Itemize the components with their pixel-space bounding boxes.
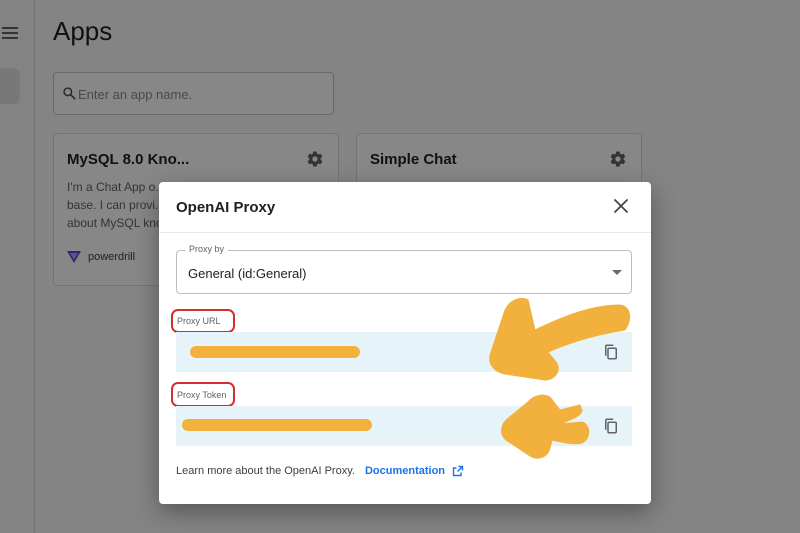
documentation-link[interactable]: Documentation bbox=[365, 465, 445, 477]
proxy-by-select[interactable]: Proxy by General (id:General) bbox=[176, 244, 632, 294]
proxy-by-label: Proxy by bbox=[185, 244, 229, 254]
proxy-url-label: Proxy URL bbox=[177, 316, 221, 326]
dialog-footer: Learn more about the OpenAI Proxy. Docum… bbox=[176, 465, 464, 477]
proxy-by-value: General (id:General) bbox=[188, 266, 307, 281]
external-link-icon[interactable] bbox=[452, 465, 464, 477]
chevron-down-icon bbox=[612, 270, 622, 275]
close-icon[interactable] bbox=[613, 198, 629, 214]
copy-icon[interactable] bbox=[602, 343, 620, 361]
dialog-divider bbox=[159, 232, 651, 233]
footer-text: Learn more about the OpenAI Proxy. bbox=[176, 465, 355, 477]
proxy-url-field bbox=[176, 332, 632, 372]
proxy-url-redaction bbox=[190, 346, 360, 358]
proxy-token-redaction bbox=[182, 419, 372, 431]
dialog-title: OpenAI Proxy bbox=[176, 199, 276, 216]
proxy-token-label: Proxy Token bbox=[177, 390, 227, 400]
proxy-token-field bbox=[176, 406, 632, 446]
openai-proxy-dialog: OpenAI Proxy Proxy by General (id:Genera… bbox=[159, 182, 651, 504]
copy-icon[interactable] bbox=[602, 417, 620, 435]
